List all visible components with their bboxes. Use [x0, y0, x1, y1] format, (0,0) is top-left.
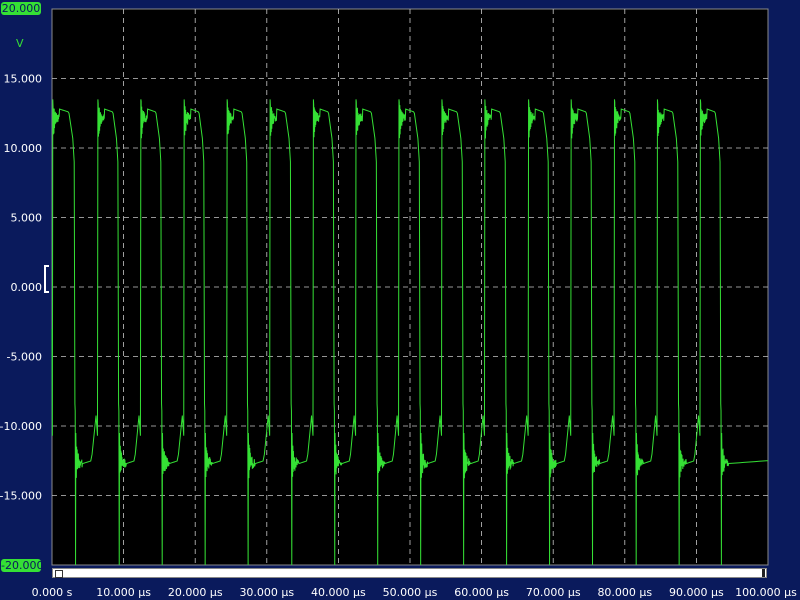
y-tick-label: -10.000	[0, 420, 42, 433]
x-tick-label: 70.000 µs	[526, 586, 581, 599]
y-tick-label: -15.000	[0, 490, 42, 503]
x-tick-label: 0.000 s	[32, 586, 73, 599]
x-tick-label: 80.000 µs	[597, 586, 652, 599]
y-tick-label: -5.000	[7, 351, 42, 364]
x-axis-ticks: 0.000 s 10.000 µs 20.000 µs 30.000 µs 40.000…	[32, 586, 797, 599]
oscilloscope-chart: 15.000 10.000 5.000 0.000 -5.000 -10.000 -15.0…	[0, 8, 797, 599]
scrollbar-left-handle[interactable]	[55, 570, 63, 578]
scrollbar-right-handle[interactable]	[762, 569, 765, 577]
zero-level-marker	[44, 265, 49, 293]
y-tick-label: 5.000	[11, 212, 43, 225]
y-tick-label: 0.000	[11, 281, 43, 294]
x-tick-label: 90.000 µs	[669, 586, 724, 599]
y-max-badge[interactable]: 20.000	[1, 2, 41, 15]
x-tick-label: 10.000 µs	[96, 586, 151, 599]
x-tick-label: 40.000 µs	[311, 586, 366, 599]
time-scrollbar[interactable]	[52, 568, 767, 578]
x-tick-label: 20.000 µs	[168, 586, 223, 599]
x-tick-label: 100.000 µs	[735, 586, 797, 599]
x-tick-label: 30.000 µs	[239, 586, 294, 599]
y-min-badge[interactable]: -20.000	[1, 559, 43, 572]
x-tick-label: 60.000 µs	[454, 586, 509, 599]
y-unit-label: V	[16, 37, 24, 50]
y-axis-ticks: 15.000 10.000 5.000 0.000 -5.000 -10.000 -15.0…	[0, 73, 42, 503]
x-tick-label: 50.000 µs	[383, 586, 438, 599]
y-tick-label: 15.000	[4, 73, 43, 86]
y-tick-label: 10.000	[4, 142, 43, 155]
